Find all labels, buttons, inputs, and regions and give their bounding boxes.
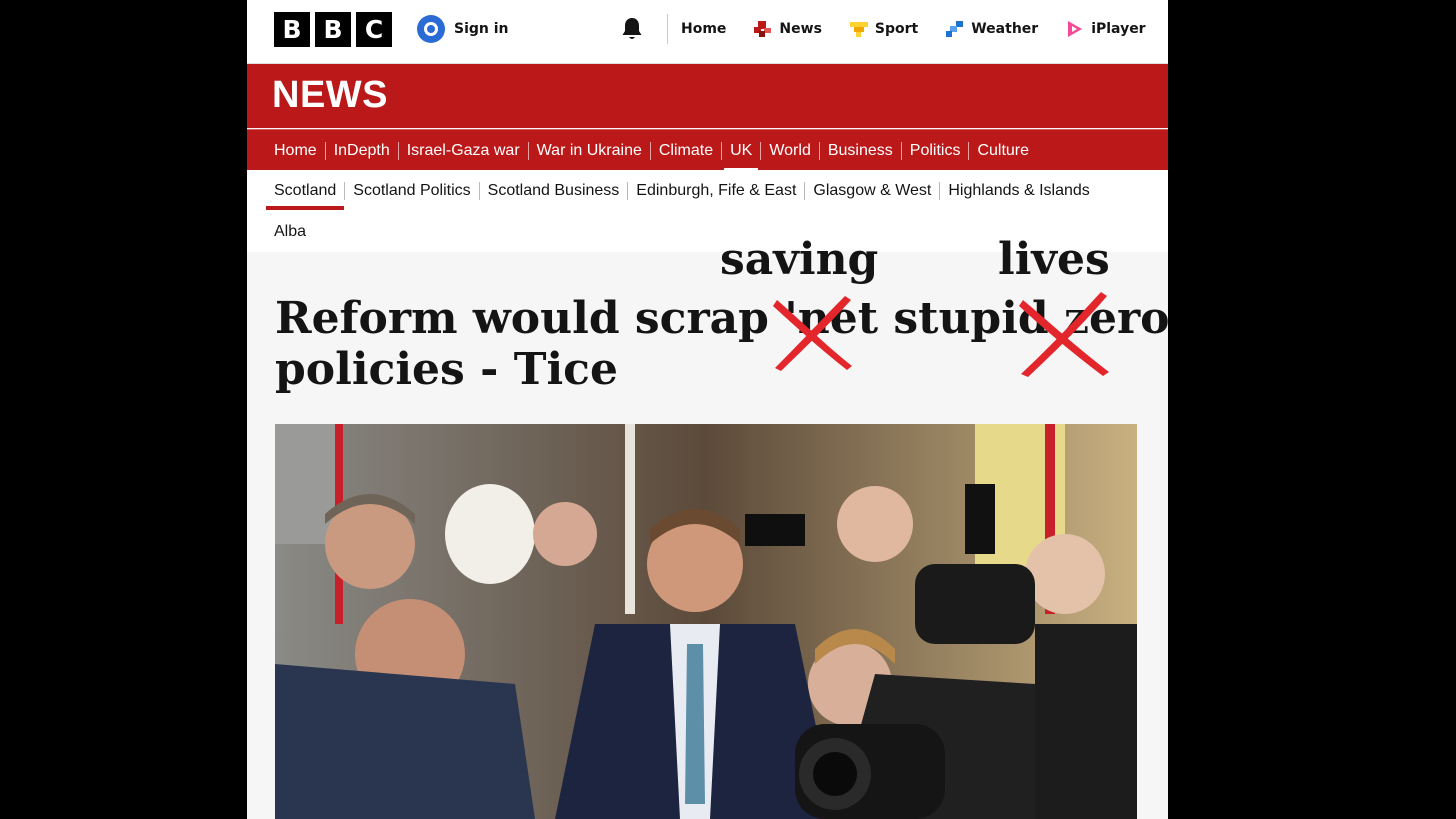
news-nav-item-climate[interactable]: Climate <box>651 141 723 160</box>
news-nav-item-culture[interactable]: Culture <box>969 142 1037 160</box>
top-nav-sport-label: Sport <box>874 21 919 37</box>
top-nav-news[interactable]: News <box>754 21 822 37</box>
replacement-word-saving: saving <box>720 234 879 285</box>
sport-icon <box>849 22 868 37</box>
notification-bell-icon[interactable] <box>620 16 644 42</box>
news-nav-item-war-in-ukraine[interactable]: War in Ukraine <box>529 141 651 160</box>
top-nav-iplayer[interactable]: iPlayer <box>1066 21 1146 37</box>
sub-nav-item-highlands-islands[interactable]: Highlands & Islands <box>940 182 1097 200</box>
bbc-logo-letter-3: C <box>356 12 392 47</box>
top-nav: Home News Sport Weather iPlayer <box>681 0 1168 58</box>
news-nav-item-indepth[interactable]: InDepth <box>326 141 399 160</box>
sub-nav-item-edinburgh-fife-east[interactable]: Edinburgh, Fife & East <box>628 182 806 200</box>
sub-nav-item-glasgow-west[interactable]: Glasgow & West <box>805 182 941 200</box>
top-nav-home-label: Home <box>681 21 727 37</box>
top-nav-home[interactable]: Home <box>681 21 726 37</box>
news-nav-item-home[interactable]: Home <box>274 141 326 160</box>
photo-crowd-press-icon <box>275 424 1137 819</box>
top-nav-sport[interactable]: Sport <box>849 21 919 37</box>
sign-in-label: Sign in <box>454 21 509 37</box>
bbc-logo-letter-2: B <box>315 12 351 47</box>
red-cross-mark-icon-2 <box>1019 292 1109 377</box>
red-cross-mark-icon <box>773 296 852 371</box>
top-nav-iplayer-label: iPlayer <box>1091 21 1146 37</box>
news-nav-item-politics[interactable]: Politics <box>902 141 970 160</box>
news-nav-item-uk[interactable]: UK <box>722 141 762 172</box>
news-nav-item-business[interactable]: Business <box>820 141 902 160</box>
news-header: NEWS <box>247 64 1168 128</box>
sub-nav-item-scotland[interactable]: Scotland <box>265 182 346 210</box>
top-nav-divider <box>667 14 668 44</box>
news-section-nav: Home InDepth Israel-Gaza war War in Ukraine… <box>247 129 1168 172</box>
news-nav-item-world[interactable]: World <box>761 141 820 160</box>
top-nav-news-label: News <box>779 21 822 37</box>
bbc-logo[interactable]: B B C <box>274 12 392 47</box>
weather-icon <box>946 21 964 37</box>
replacement-word-lives: lives <box>998 234 1110 285</box>
sub-nav-item-scotland-business[interactable]: Scotland Business <box>480 182 629 200</box>
bbc-news-page: B B C Sign in Home News Sport Weather iP… <box>247 0 1168 819</box>
account-icon <box>417 15 445 43</box>
top-nav-weather[interactable]: Weather <box>946 21 1038 37</box>
bbc-top-bar: B B C Sign in Home News Sport Weather iP… <box>247 0 1168 64</box>
iplayer-icon <box>1068 21 1083 37</box>
news-logo[interactable]: NEWS <box>272 74 388 117</box>
bbc-logo-letter-1: B <box>274 12 310 47</box>
news-nav-item-israel-gaza-war[interactable]: Israel-Gaza war <box>399 141 529 160</box>
top-nav-weather-label: Weather <box>971 21 1039 37</box>
news-icon <box>754 21 772 37</box>
sub-nav-item-alba[interactable]: Alba <box>274 223 314 241</box>
hero-image[interactable] <box>275 424 1137 819</box>
sub-nav-item-scotland-politics[interactable]: Scotland Politics <box>345 182 480 200</box>
sign-in-button[interactable]: Sign in <box>417 15 509 43</box>
